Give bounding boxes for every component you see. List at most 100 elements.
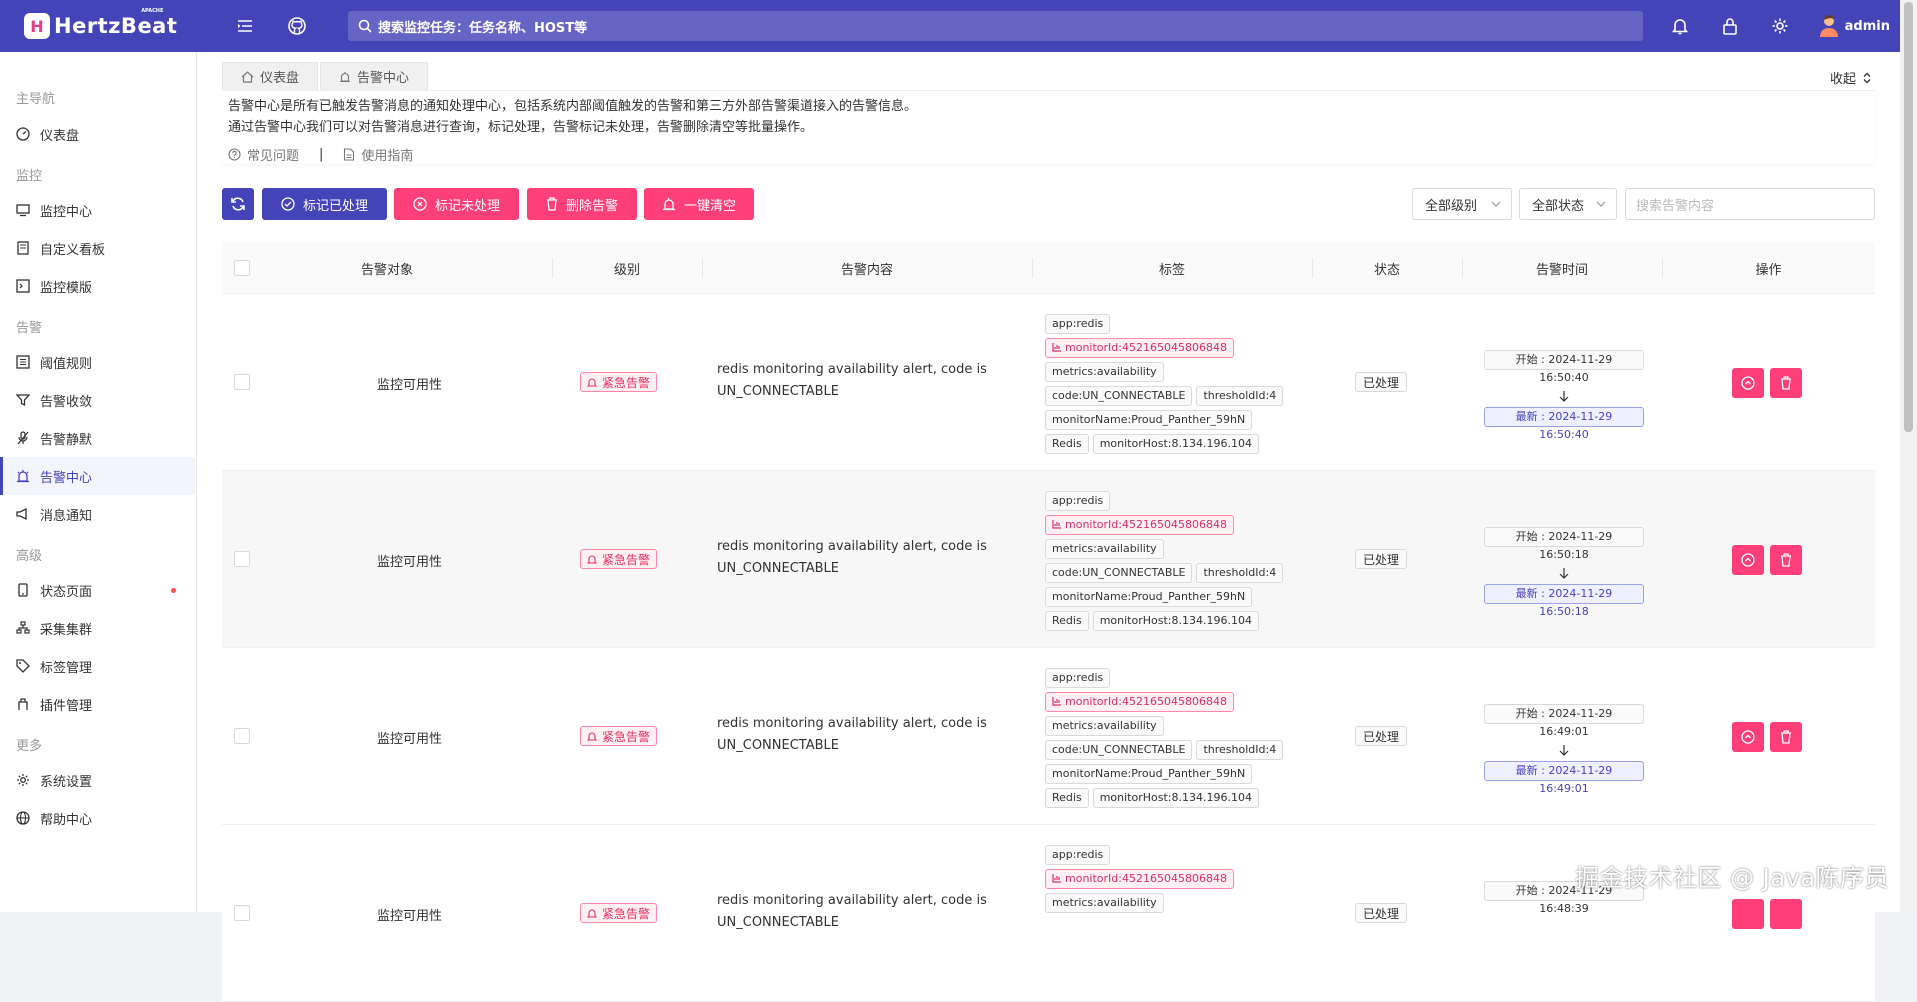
delete-alerts-button[interactable]: 删除告警: [527, 188, 637, 220]
tag: monitorName:Proud_Panther_59hN: [1045, 410, 1253, 430]
tag-icon: [16, 659, 30, 673]
sidebar-item-collector-cluster[interactable]: 采集集群: [0, 609, 196, 647]
table-row[interactable]: 监控可用性 紧急告警 redis monitoring availability…: [222, 294, 1875, 471]
delete-row-button[interactable]: [1770, 368, 1802, 398]
alert-target: 监控可用性: [377, 732, 443, 747]
tag: metrics:availability: [1045, 893, 1164, 913]
toolbar: 标记已处理 标记未处理 删除告警 一键清空 全部级别 全部状态 搜索告警内容: [222, 188, 1875, 222]
breadcrumb-alert-center[interactable]: 告警中心: [320, 62, 429, 90]
mark-handled-row-button[interactable]: [1732, 899, 1764, 929]
alert-time: 开始 : 2024-11-29 16:50:40 最新 : 2024-11-29…: [1484, 350, 1644, 442]
sidebar-item-custom-board[interactable]: 自定义看板: [0, 229, 196, 267]
breadcrumb-dashboard[interactable]: 仪表盘: [222, 62, 319, 90]
mark-handled-row-button[interactable]: [1732, 545, 1764, 575]
gear-icon[interactable]: [1769, 15, 1791, 37]
level-select[interactable]: 全部级别: [1412, 188, 1512, 220]
clear-all-button[interactable]: 一键清空: [644, 188, 754, 220]
bell-icon[interactable]: [1669, 15, 1691, 37]
sidebar-item-monitor-template[interactable]: 监控模版: [0, 267, 196, 305]
scrollbar-thumb[interactable]: [1904, 2, 1913, 432]
header-target[interactable]: 告警对象: [282, 242, 492, 294]
table-row[interactable]: 监控可用性 紧急告警 redis monitoring availability…: [222, 648, 1875, 825]
time-start: 开始 : 2024-11-29 16:50:40: [1484, 350, 1644, 384]
refresh-button[interactable]: [222, 188, 254, 220]
github-icon[interactable]: [286, 15, 308, 37]
tag: app:redis: [1045, 314, 1111, 334]
logo-text: HertzBeat: [54, 14, 178, 38]
tag: metrics:availability: [1045, 362, 1164, 382]
sidebar: 主导航 仪表盘 监控 监控中心 自定义看板 监控模版 告警 阈值规则 告警收敛 …: [0, 52, 197, 912]
main-content: 仪表盘 告警中心 收起 告警中心是所有已触发告警消息的通知处理中心，包括系统内部…: [197, 52, 1900, 1002]
table-row[interactable]: 监控可用性 紧急告警 redis monitoring availability…: [222, 471, 1875, 648]
tag-monitor-id[interactable]: monitorId:452165045806848: [1045, 515, 1234, 535]
global-search-placeholder: 搜索监控任务：任务名称、HOST等: [378, 20, 588, 36]
global-search-input[interactable]: 搜索监控任务：任务名称、HOST等: [348, 11, 1643, 41]
alert-content: redis monitoring availability alert, cod…: [717, 893, 987, 930]
chevron-down-icon: [1596, 201, 1606, 207]
header-tags[interactable]: 标签: [1032, 242, 1312, 294]
sidebar-item-tag-manage[interactable]: 标签管理: [0, 647, 196, 685]
page-scrollbar[interactable]: [1900, 0, 1917, 912]
chart-icon: [1052, 343, 1061, 352]
tag: app:redis: [1045, 668, 1111, 688]
alert-target: 监控可用性: [377, 378, 443, 393]
guide-link[interactable]: 使用指南: [343, 145, 413, 164]
mark-unhandled-button[interactable]: 标记未处理: [394, 188, 519, 220]
row-checkbox[interactable]: [234, 551, 250, 567]
sidebar-item-threshold-rules[interactable]: 阈值规则: [0, 343, 196, 381]
chart-icon: [1052, 520, 1061, 529]
alert-search-input[interactable]: 搜索告警内容: [1625, 188, 1875, 220]
row-checkbox[interactable]: [234, 905, 250, 921]
select-all-checkbox[interactable]: [234, 260, 250, 276]
sidebar-item-status-page[interactable]: 状态页面: [0, 571, 196, 609]
arrow-down-icon: [1559, 391, 1569, 402]
header-status[interactable]: 状态: [1312, 242, 1462, 294]
logo[interactable]: H HertzBeat APACHE: [24, 8, 184, 39]
up-circle-icon: [1741, 376, 1755, 390]
status-select[interactable]: 全部状态: [1519, 188, 1617, 220]
alert-time: 开始 : 2024-11-29 16:49:01 最新 : 2024-11-29…: [1484, 704, 1644, 796]
tag: code:UN_CONNECTABLE: [1045, 740, 1193, 760]
info-line-1: 告警中心是所有已触发告警消息的通知处理中心，包括系统内部阈值触发的告警和第三方外…: [228, 99, 918, 114]
row-checkbox[interactable]: [234, 728, 250, 744]
sidebar-item-help[interactable]: 帮助中心: [0, 799, 196, 837]
sidebar-item-notice[interactable]: 消息通知: [0, 495, 196, 533]
delete-row-button[interactable]: [1770, 545, 1802, 575]
tag-monitor-id[interactable]: monitorId:452165045806848: [1045, 869, 1234, 889]
faq-link[interactable]: 常见问题: [228, 145, 299, 164]
delete-row-button[interactable]: [1770, 899, 1802, 929]
sidebar-item-plugin-manage[interactable]: 插件管理: [0, 685, 196, 723]
mute-icon: [17, 431, 29, 445]
sidebar-item-alert-silence[interactable]: 告警静默: [0, 419, 196, 457]
header-time[interactable]: 告警时间: [1462, 242, 1662, 294]
collapse-toggle[interactable]: 收起: [1830, 68, 1872, 87]
tag-list: app:redis monitorId:452165045806848 metr…: [1045, 845, 1305, 917]
menu-toggle-icon[interactable]: [234, 15, 256, 37]
mark-handled-row-button[interactable]: [1732, 368, 1764, 398]
mark-handled-button[interactable]: 标记已处理: [262, 188, 387, 220]
globe-icon: [16, 811, 30, 825]
alert-content: redis monitoring availability alert, cod…: [717, 362, 987, 399]
tag-monitor-id[interactable]: monitorId:452165045806848: [1045, 338, 1234, 358]
close-circle-icon: [413, 197, 427, 211]
time-start: 开始 : 2024-11-29 16:50:18: [1484, 527, 1644, 561]
sidebar-item-dashboard[interactable]: 仪表盘: [0, 115, 196, 153]
sidebar-item-alert-center[interactable]: 告警中心: [0, 457, 196, 495]
row-checkbox[interactable]: [234, 374, 250, 390]
lock-icon[interactable]: [1719, 15, 1741, 37]
sidebar-item-settings[interactable]: 系统设置: [0, 761, 196, 799]
sidebar-item-alert-converge[interactable]: 告警收敛: [0, 381, 196, 419]
sidebar-item-monitor-center[interactable]: 监控中心: [0, 191, 196, 229]
user-menu[interactable]: admin: [1819, 15, 1890, 37]
up-circle-icon: [1741, 730, 1755, 744]
header-content[interactable]: 告警内容: [702, 242, 1032, 294]
tag-monitor-id[interactable]: monitorId:452165045806848: [1045, 692, 1234, 712]
refresh-icon: [231, 197, 245, 211]
header-level[interactable]: 级别: [552, 242, 702, 294]
mark-handled-row-button[interactable]: [1732, 722, 1764, 752]
delete-row-button[interactable]: [1770, 722, 1802, 752]
top-navbar: H HertzBeat APACHE 搜索监控任务：任务名称、HOST等 adm…: [0, 0, 1900, 52]
tag-list: app:redis monitorId:452165045806848 metr…: [1045, 314, 1305, 458]
header-action[interactable]: 操作: [1662, 242, 1875, 294]
table-row[interactable]: 监控可用性 紧急告警 redis monitoring availability…: [222, 825, 1875, 1002]
